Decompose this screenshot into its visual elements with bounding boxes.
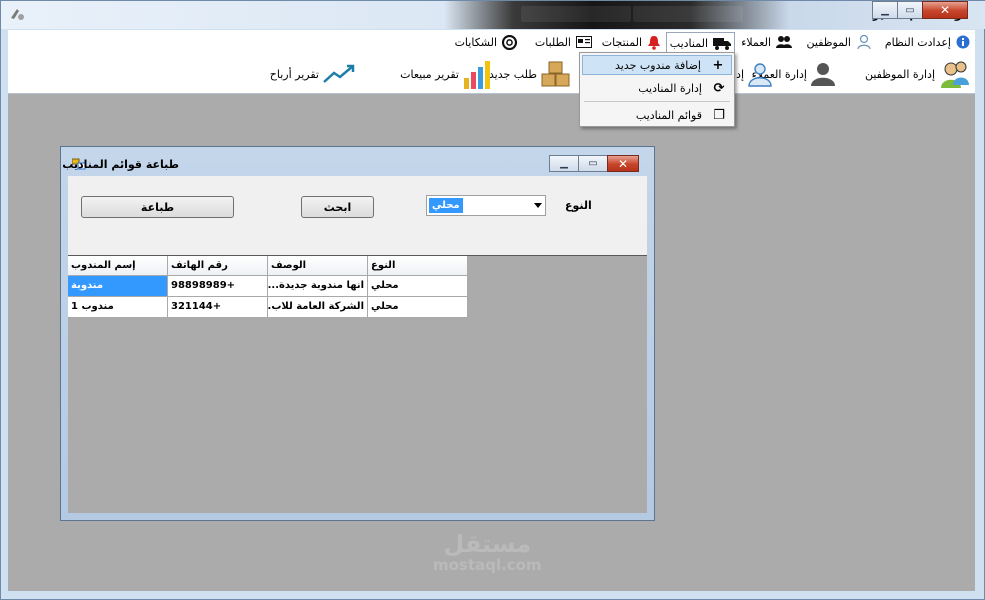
menu-item-delegate-lists[interactable]: ❐ قوائم المناديب [582,105,732,125]
toolbar-new-order[interactable]: طلب جديد [489,60,571,88]
print-delegates-window: طباعة قوائم المناديب ▁ ▭ ✕ طباعة ابحث مح… [60,146,655,521]
dropdown-label: إضافة مندوب جديد [615,58,701,72]
column-header-description[interactable]: الوصف [268,256,368,276]
app-icon [11,9,24,20]
cell-type[interactable]: محلي [368,297,468,318]
menu-item-manage-delegates[interactable]: ⟳ إدارة المناديب [582,78,732,98]
delegates-grid[interactable]: إسم المندوب رقم الهاتف الوصف النوع مندوب… [68,256,468,318]
menu-label: إعدادت النظام [884,35,951,49]
toolbar-label: تقرير أرباح [269,67,319,81]
grid-header-row: إسم المندوب رقم الهاتف الوصف النوع [68,256,468,276]
cell-description[interactable]: انها مندوبة جديدة... [268,276,368,297]
search-button[interactable]: ابحث [301,196,374,218]
print-button[interactable]: طباعة [81,196,234,218]
toolbar-label: طلب جديد [488,67,537,81]
menu-item-add-delegate[interactable]: + إضافة مندوب جديد [582,55,732,75]
filter-panel: طباعة ابحث محلي النوع [68,176,647,255]
cell-phone[interactable]: +98898989 [168,276,268,297]
type-select-value: محلي [429,198,463,213]
toolbar: إدارة الموظفين إدارة العملاء إدا طلب جدي… [8,54,975,94]
bar-chart-icon [464,61,490,89]
child-close-button[interactable]: ✕ [607,155,639,172]
menu-separator [584,101,730,102]
customer-icon [811,63,835,86]
child-minimize-button[interactable]: ▁ [549,155,579,172]
cell-description[interactable]: الشركة العامة للاب... [268,297,368,318]
menu-item-delegates[interactable]: المناديب [665,32,735,54]
card-icon [576,36,592,48]
users-icon [776,36,792,48]
chevron-down-icon[interactable] [534,203,542,208]
type-select[interactable]: محلي [426,195,546,216]
menu-item-customers[interactable]: العملاء [738,33,795,51]
window-controls: ▁ ▭ ✕ [872,1,968,19]
menu-item-products[interactable]: المنتجات [599,33,664,51]
menu-label: العملاء [741,35,771,49]
truck-icon [713,38,731,50]
lifebuoy-icon [502,34,517,50]
info-icon [956,35,970,49]
column-header-type[interactable]: النوع [368,256,468,276]
employees-icon [941,61,969,88]
column-header-name[interactable]: إسم المندوب [68,256,168,276]
menu-item-employees[interactable]: الموظفين [804,33,875,51]
type-label: النوع [565,199,592,212]
watermark-sub: mostaql.com [433,556,542,574]
table-row[interactable]: مندوب 1 +321144 الشركة العامة للاب... مح… [68,297,468,318]
watermark: مستقل mostaql.com [433,531,542,573]
dropdown-label: قوائم المناديب [635,108,702,122]
toolbar-label: إدارة الموظفين [864,67,935,81]
menu-label: الشكايات [454,35,497,49]
menu-label: الطلبات [534,35,571,49]
toolbar-profit-report[interactable]: تقرير أرباح [270,60,355,88]
dropdown-label: إدارة المناديب [638,81,702,95]
close-button[interactable]: ✕ [922,1,968,19]
copy-icon: ❐ [713,107,725,123]
delegate-icon [748,63,772,87]
child-window-title: طباعة قوائم المناديب [62,158,179,171]
delegates-dropdown-menu: + إضافة مندوب جديد ⟳ إدارة المناديب ❐ قو… [579,52,735,127]
toolbar-sales-report[interactable]: تقرير مبيعات [400,60,495,89]
trend-up-icon [323,64,355,83]
bell-icon [648,35,660,50]
menu-label: المنتجات [601,35,642,49]
main-window: لوحة تحكم المدير ▁ ▭ ✕ إعدادت النظام الم… [0,0,985,600]
watermark-main: مستقل [443,530,532,558]
background-window-ghost [633,6,743,22]
toolbar-manage-delegates[interactable]: إدا [733,60,772,88]
menu-label: الموظفين [806,35,851,49]
refresh-icon: ⟳ [713,80,725,96]
cell-name[interactable]: مندوب 1 [68,297,168,318]
minimize-button[interactable]: ▁ [872,1,898,19]
cell-phone[interactable]: +321144 [168,297,268,318]
cell-type[interactable]: محلي [368,276,468,297]
table-row[interactable]: مندوبة +98898989 انها مندوبة جديدة... مح… [68,276,468,297]
child-window-controls: ▁ ▭ ✕ [549,155,639,172]
plus-icon: + [712,57,724,73]
menu-label: المناديب [669,37,708,50]
grid-area: إسم المندوب رقم الهاتف الوصف النوع مندوب… [68,255,647,513]
maximize-button[interactable]: ▭ [897,1,923,19]
boxes-icon [541,61,570,87]
cell-name[interactable]: مندوبة [68,276,168,297]
column-header-phone[interactable]: رقم الهاتف [168,256,268,276]
menu-item-orders[interactable]: الطلبات [532,33,595,51]
menu-bar: إعدادت النظام الموظفين العملاء المناديب … [8,30,975,54]
background-window-ghost [521,6,631,22]
menu-item-complaints[interactable]: الشكايات [452,33,520,51]
toolbar-label: تقرير مبيعات [400,67,459,81]
user-icon [857,34,871,50]
menu-item-system-settings[interactable]: إعدادت النظام [882,33,973,51]
title-bar[interactable]: لوحة تحكم المدير ▁ ▭ ✕ [1,1,985,29]
app-root: لوحة تحكم المدير ▁ ▭ ✕ إعدادت النظام الم… [0,0,985,600]
toolbar-manage-employees[interactable]: إدارة الموظفين [865,60,971,88]
child-maximize-button[interactable]: ▭ [578,155,608,172]
